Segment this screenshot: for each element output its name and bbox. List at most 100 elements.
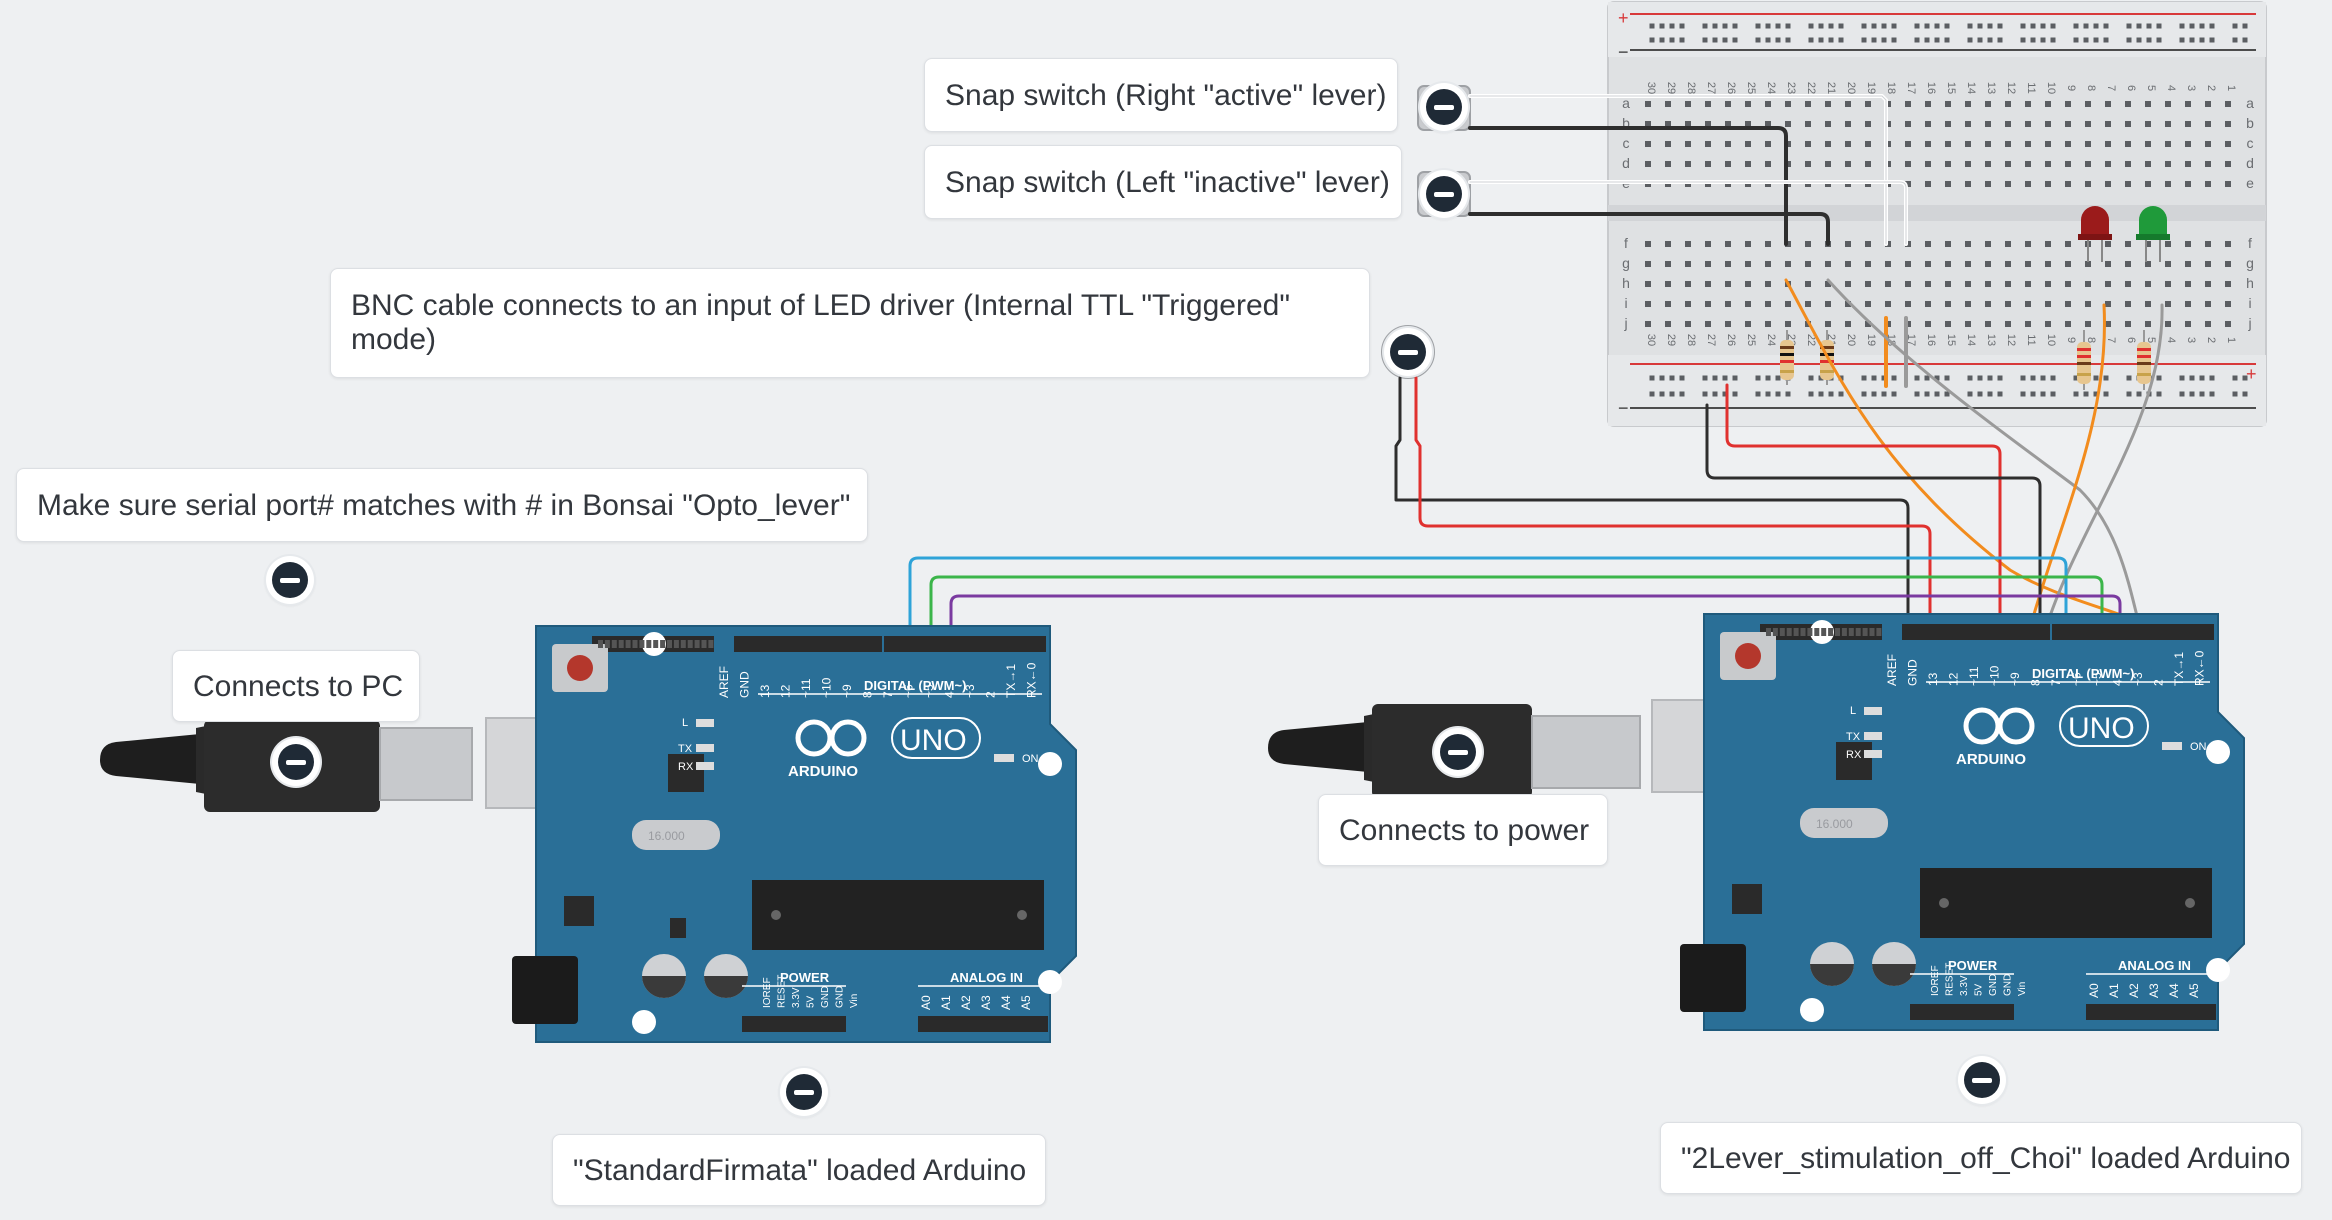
breadboard-hole: [1805, 121, 1811, 127]
breadboard-hole: [2065, 241, 2071, 247]
breadboard-hole: [2225, 301, 2231, 307]
breadboard-hole: [1905, 101, 1911, 107]
breadboard-hole: [2225, 101, 2231, 107]
breadboard-hole: [1967, 375, 1973, 381]
reset-button-icon[interactable]: [567, 655, 593, 681]
column-label: 11: [2025, 82, 2037, 93]
breadboard-hole: [1925, 261, 1931, 267]
breadboard-hole: [2199, 37, 2205, 43]
breadboard-hole: [1685, 261, 1691, 267]
breadboard-hole: [1659, 23, 1665, 29]
breadboard-hole: [1805, 301, 1811, 307]
breadboard-hole: [2185, 121, 2191, 127]
breadboard-hole: [2073, 37, 2079, 43]
breadboard-hole: [2045, 281, 2051, 287]
remove-circle-icon[interactable]: [1434, 728, 1482, 776]
breadboard-hole: [1722, 23, 1728, 29]
breadboard-hole: [1702, 37, 1708, 43]
breadboard-hole: [2065, 161, 2071, 167]
column-label: 24: [1765, 334, 1777, 346]
breadboard-hole: [1645, 301, 1651, 307]
breadboard-hole: [2045, 321, 2051, 327]
remove-circle-icon[interactable]: [1958, 1056, 2006, 1104]
breadboard-hole: [1891, 375, 1897, 381]
breadboard-hole: [2165, 281, 2171, 287]
remove-circle-icon[interactable]: [1420, 83, 1468, 131]
breadboard-hole: [2005, 161, 2011, 167]
breadboard-hole: [1705, 241, 1711, 247]
annotation-pc[interactable]: Connects to PC: [172, 650, 420, 722]
breadboard-hole: [2005, 141, 2011, 147]
column-label: 14: [1965, 82, 1977, 94]
breadboard-hole: [1785, 37, 1791, 43]
breadboard-hole: [1732, 37, 1738, 43]
annotation-serial[interactable]: Make sure serial port# matches with # in…: [16, 468, 868, 542]
annotation-power[interactable]: Connects to power: [1318, 794, 1608, 866]
breadboard-hole: [2045, 101, 2051, 107]
breadboard-hole: [1705, 101, 1711, 107]
breadboard-hole: [1818, 37, 1824, 43]
breadboard-hole: [1825, 121, 1831, 127]
breadboard-hole: [1925, 161, 1931, 167]
column-label: 20: [1845, 82, 1857, 94]
breadboard-hole: [2185, 141, 2191, 147]
breadboard-hole: [1944, 375, 1950, 381]
arduino-uno-left[interactable]: [512, 625, 1077, 1043]
annotation-bnc[interactable]: BNC cable connects to an input of LED dr…: [330, 268, 1370, 378]
breadboard-hole: [2083, 37, 2089, 43]
breadboard-hole: [2209, 391, 2215, 397]
column-label: 15: [1945, 82, 1957, 94]
breadboard-hole: [2105, 181, 2111, 187]
breadboard-hole: [2005, 241, 2011, 247]
breadboard-hole: [1845, 281, 1851, 287]
breadboard-hole: [1785, 121, 1791, 127]
row-label: a: [2246, 95, 2254, 111]
breadboard-hole: [2025, 281, 2031, 287]
remove-circle-icon[interactable]: [1420, 170, 1468, 218]
remove-circle-icon[interactable]: [272, 738, 320, 786]
breadboard-hole: [2225, 181, 2231, 187]
column-label: 17: [1905, 82, 1917, 94]
annotation-text: BNC cable connects to an input of LED dr…: [351, 289, 1290, 356]
remove-circle-icon[interactable]: [266, 556, 314, 604]
breadboard-hole: [1665, 281, 1671, 287]
breadboard-hole: [1702, 23, 1708, 29]
column-label: 3: [2185, 337, 2197, 343]
breadboard-hole: [1965, 101, 1971, 107]
breadboard-hole: [1745, 301, 1751, 307]
breadboard-hole: [2199, 375, 2205, 381]
breadboard-hole: [1828, 23, 1834, 29]
column-label: 26: [1725, 82, 1737, 94]
breadboard-hole: [1725, 301, 1731, 307]
breadboard-hole: [2103, 37, 2109, 43]
breadboard-hole: [1977, 375, 1983, 381]
breadboard-hole: [1765, 321, 1771, 327]
breadboard-hole: [2050, 391, 2056, 397]
breadboard-hole: [2093, 23, 2099, 29]
breadboard-hole: [1685, 161, 1691, 167]
annotation-left-board[interactable]: "StandardFirmata" loaded Arduino: [552, 1134, 1046, 1206]
breadboard-hole: [2156, 391, 2162, 397]
annotation-left-lever[interactable]: Snap switch (Left "inactive" lever): [924, 145, 1402, 219]
remove-circle-icon[interactable]: [1384, 328, 1432, 376]
remove-circle-icon[interactable]: [780, 1068, 828, 1116]
breadboard-hole: [2105, 281, 2111, 287]
breadboard-hole: [2005, 181, 2011, 187]
annotation-right-lever[interactable]: Snap switch (Right "active" lever): [924, 58, 1398, 132]
annotation-right-board[interactable]: "2Lever_stimulation_off_Choi" loaded Ard…: [1660, 1122, 2302, 1194]
breadboard-hole: [2179, 23, 2185, 29]
usb-plug-icon[interactable]: [1268, 699, 1783, 798]
column-label: 24: [1765, 82, 1777, 94]
breadboard-hole: [1985, 301, 1991, 307]
breadboard-hole: [1645, 141, 1651, 147]
breadboard-hole: [1965, 181, 1971, 187]
breadboard-hole: [2025, 181, 2031, 187]
row-label: j: [1623, 315, 1627, 331]
row-label: f: [1624, 235, 1628, 251]
column-label: 1: [2225, 337, 2237, 343]
breadboard-hole: [2020, 23, 2026, 29]
column-label: 6: [2125, 337, 2137, 343]
breadboard-hole: [1914, 37, 1920, 43]
breadboard-hole: [2145, 321, 2151, 327]
column-label: 14: [1965, 334, 1977, 346]
